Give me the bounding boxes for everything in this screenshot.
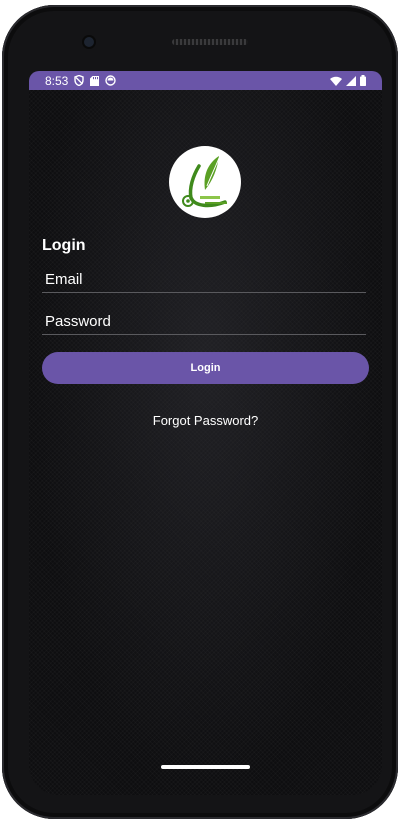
shield-icon xyxy=(74,75,85,86)
status-time: 8:53 xyxy=(45,73,69,88)
password-input[interactable] xyxy=(42,308,366,334)
status-bar: 8:53 xyxy=(29,71,382,90)
email-input[interactable] xyxy=(42,266,366,292)
cell-signal-icon xyxy=(346,75,356,86)
leaf-logo-icon xyxy=(182,156,227,208)
app-screen: 8:53 Login Email Login Forgot Password? xyxy=(29,71,382,795)
wifi-icon xyxy=(330,76,342,86)
login-title: Login xyxy=(42,237,86,254)
front-camera xyxy=(84,37,94,47)
password-field-container xyxy=(42,308,366,335)
login-button[interactable]: Login xyxy=(42,352,369,384)
email-field-container xyxy=(42,266,366,293)
forgot-password-link[interactable]: Forgot Password? xyxy=(29,413,382,428)
app-logo xyxy=(169,146,241,218)
earpiece-speaker xyxy=(172,39,248,45)
sd-card-icon xyxy=(90,75,100,86)
battery-icon xyxy=(360,75,366,86)
home-indicator[interactable] xyxy=(161,765,250,769)
record-icon xyxy=(105,75,117,86)
